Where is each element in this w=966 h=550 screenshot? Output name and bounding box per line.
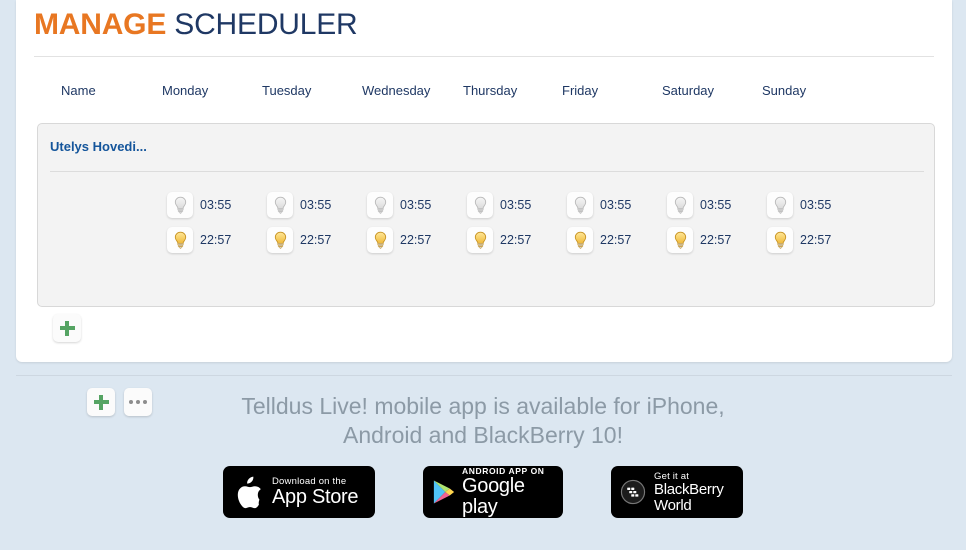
schedule-cell[interactable]: 03:55 — [667, 192, 731, 218]
schedule-cell[interactable]: 22:57 — [767, 227, 831, 253]
schedule-time-label: 22:57 — [700, 233, 732, 247]
column-header-sunday: Sunday — [762, 83, 807, 98]
google-play-badge-main: Google play — [462, 475, 525, 518]
blackberry-badge-sub: Get it at — [654, 470, 690, 482]
lightbulb-on-icon[interactable] — [367, 227, 393, 253]
column-header-saturday: Saturday — [662, 83, 715, 98]
blackberry-badge[interactable]: Get it at BlackBerry World — [611, 466, 743, 518]
lightbulb-off-icon[interactable] — [667, 192, 693, 218]
lightbulb-off-icon[interactable] — [267, 192, 293, 218]
footer-divider — [16, 375, 952, 376]
device-name-label: Utelys Hovedi... — [50, 139, 147, 154]
schedule-cell[interactable]: 03:55 — [167, 192, 231, 218]
blackberry-badge-main: BlackBerry World — [654, 480, 724, 514]
lightbulb-on-icon[interactable] — [467, 227, 493, 253]
lightbulb-off-icon[interactable] — [767, 192, 793, 218]
schedule-time-label: 03:55 — [500, 198, 532, 212]
lightbulb-off-icon[interactable] — [367, 192, 393, 218]
schedule-time-label: 22:57 — [500, 233, 532, 247]
schedule-cell[interactable]: 22:57 — [367, 227, 431, 253]
schedule-cell[interactable]: 03:55 — [267, 192, 331, 218]
schedule-time-label: 03:55 — [600, 198, 632, 212]
schedule-time-label: 22:57 — [200, 233, 232, 247]
schedule-time-label: 03:55 — [400, 198, 432, 212]
column-header-monday: Monday — [162, 83, 209, 98]
schedule-cell[interactable]: 22:57 — [467, 227, 531, 253]
blackberry-icon — [620, 479, 646, 505]
add-device-button[interactable] — [53, 314, 81, 342]
schedule-cell[interactable]: 03:55 — [367, 192, 431, 218]
page-title-strong: MANAGE — [34, 8, 167, 41]
plus-icon — [59, 320, 75, 336]
promo-line-2: Android and BlackBerry 10! — [343, 422, 623, 448]
mobile-app-promo: Telldus Live! mobile app is available fo… — [0, 392, 966, 450]
google-play-icon — [433, 480, 455, 504]
lightbulb-off-icon[interactable] — [467, 192, 493, 218]
lightbulb-on-icon[interactable] — [667, 227, 693, 253]
schedule-panel: Utelys Hovedi... 03:55 03:55 03:55 03:55 03:… — [37, 123, 935, 416]
title-divider — [34, 56, 934, 57]
schedule-cell[interactable]: 22:57 — [667, 227, 731, 253]
schedule-cell[interactable]: 03:55 — [467, 192, 531, 218]
schedule-cell[interactable]: 22:57 — [267, 227, 331, 253]
schedule-time-label: 03:55 — [800, 198, 832, 212]
schedule-time-label: 03:55 — [300, 198, 332, 212]
lightbulb-off-icon[interactable] — [567, 192, 593, 218]
google-play-badge[interactable]: ANDROID APP ON Google play — [423, 466, 563, 518]
column-header-thursday: Thursday — [463, 83, 518, 98]
app-store-badges: Download on the App Store ANDROID APP ON… — [0, 466, 966, 518]
lightbulb-off-icon[interactable] — [167, 192, 193, 218]
lightbulb-on-icon[interactable] — [267, 227, 293, 253]
app-store-badge-main: App Store — [272, 486, 359, 508]
schedule-time-label: 22:57 — [600, 233, 632, 247]
panel-divider — [50, 171, 924, 172]
column-header-wednesday: Wednesday — [362, 83, 431, 98]
google-play-badge-text: ANDROID APP ON Google play — [462, 466, 553, 518]
lightbulb-on-icon[interactable] — [567, 227, 593, 253]
schedule-cell[interactable]: 03:55 — [567, 192, 631, 218]
page-title-light: SCHEDULER — [166, 8, 358, 41]
schedule-cell[interactable]: 03:55 — [767, 192, 831, 218]
column-header-name: Name — [61, 83, 96, 98]
schedule-cell[interactable]: 22:57 — [567, 227, 631, 253]
app-store-badge-text: Download on the App Store — [272, 476, 359, 508]
schedule-time-label: 03:55 — [700, 198, 732, 212]
main-content-card: MANAGE SCHEDULER Name Monday Tuesday Wednes… — [16, 0, 952, 416]
blackberry-badge-text: Get it at BlackBerry World — [654, 471, 734, 514]
lightbulb-on-icon[interactable] — [167, 227, 193, 253]
schedule-cell[interactable]: 22:57 — [167, 227, 231, 253]
column-header-tuesday: Tuesday — [262, 83, 312, 98]
schedule-time-label: 22:57 — [800, 233, 832, 247]
promo-line-1: Telldus Live! mobile app is available fo… — [241, 393, 725, 419]
scheduler-page: MANAGE SCHEDULER Name Monday Tuesday Wednes… — [0, 0, 966, 550]
column-header-friday: Friday — [562, 83, 599, 98]
lightbulb-on-icon[interactable] — [767, 227, 793, 253]
page-title: MANAGE SCHEDULER — [34, 8, 358, 42]
schedule-time-label: 22:57 — [300, 233, 332, 247]
apple-icon — [237, 476, 261, 508]
schedule-time-label: 22:57 — [400, 233, 432, 247]
schedule-time-label: 03:55 — [200, 198, 232, 212]
app-store-badge[interactable]: Download on the App Store — [223, 466, 375, 518]
